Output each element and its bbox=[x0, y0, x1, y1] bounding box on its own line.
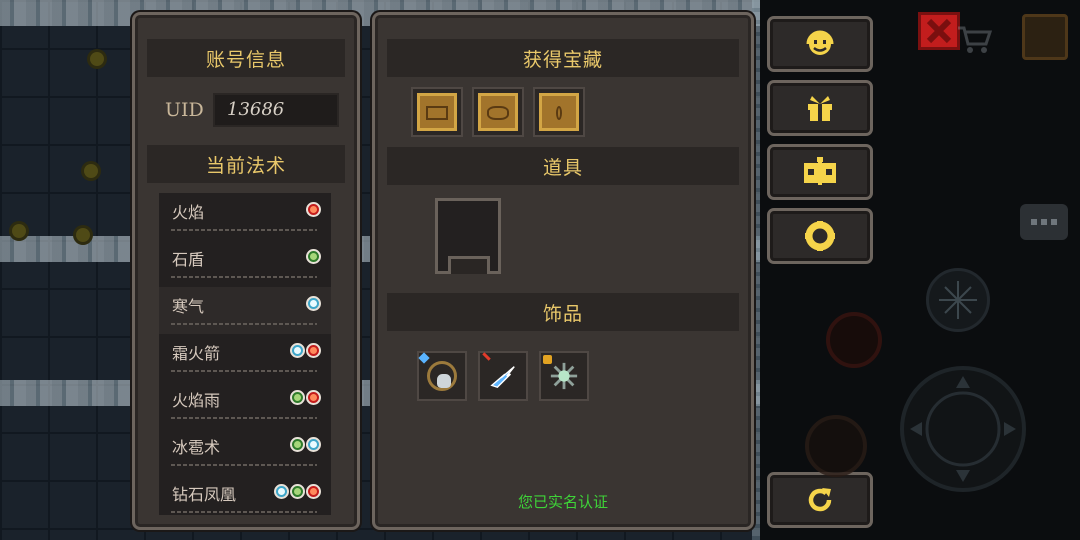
verified-status-text: 您已实名认证 bbox=[517, 493, 608, 511]
blue-rarity-icon bbox=[418, 352, 430, 364]
account-info-title: 账号信息 bbox=[147, 39, 345, 77]
refresh-icon bbox=[808, 488, 832, 512]
spell-name: 冰雹术 bbox=[172, 438, 221, 457]
shop-cart-icon[interactable] bbox=[956, 24, 992, 54]
accessory-slot[interactable] bbox=[417, 351, 467, 401]
accessory-slot[interactable] bbox=[539, 351, 589, 401]
items-title: 道具 bbox=[387, 147, 739, 185]
uid-value-field[interactable]: 13686 bbox=[213, 93, 339, 127]
settings-gear-icon bbox=[805, 221, 835, 251]
spell-elements bbox=[290, 437, 321, 452]
spell-elements bbox=[290, 343, 321, 358]
uid-label: UID bbox=[165, 99, 204, 121]
wall-rune bbox=[12, 224, 26, 238]
spell-item[interactable]: 寒气 bbox=[159, 287, 331, 334]
close-icon bbox=[926, 18, 952, 44]
inventory-panel: 获得宝藏 道具 饰品 您已实名认证 bbox=[372, 12, 754, 530]
treasure-title: 获得宝藏 bbox=[387, 39, 739, 77]
spell-item[interactable]: 冰雹术 bbox=[159, 428, 331, 475]
account-info-panel: 账号信息 UID 13686 当前法术 火焰 石盾 寒气 霜火箭 火焰雨 冰雹术… bbox=[132, 12, 360, 530]
gift-icon bbox=[808, 96, 832, 121]
ice-element-icon bbox=[306, 437, 321, 452]
refresh-button[interactable] bbox=[767, 472, 873, 528]
accessory-slot[interactable] bbox=[478, 351, 528, 401]
customer-service-button[interactable] bbox=[767, 16, 873, 72]
ice-element-icon bbox=[290, 343, 305, 358]
ice-element-icon bbox=[306, 296, 321, 311]
treasure-slot[interactable] bbox=[533, 87, 585, 137]
red-mark-icon bbox=[482, 352, 491, 361]
item-slot[interactable] bbox=[435, 198, 501, 274]
gift-button[interactable] bbox=[767, 80, 873, 136]
spell-elements bbox=[306, 202, 321, 217]
fire-skill-button[interactable] bbox=[826, 312, 882, 368]
earth-element-icon bbox=[290, 484, 305, 499]
spell-elements bbox=[290, 390, 321, 405]
fire-element-icon bbox=[306, 343, 321, 358]
smiley-headset-icon bbox=[806, 30, 834, 55]
treasure-chest-icon bbox=[478, 93, 518, 131]
current-spells-title: 当前法术 bbox=[147, 145, 345, 183]
spell-item[interactable]: 钻石凤凰 bbox=[159, 475, 331, 515]
spell-name: 火焰雨 bbox=[172, 391, 221, 410]
close-button[interactable] bbox=[918, 12, 960, 50]
skull-necklace-icon bbox=[427, 361, 457, 391]
spell-elements bbox=[306, 249, 321, 264]
spell-name: 寒气 bbox=[172, 297, 205, 316]
spell-item[interactable]: 霜火箭 bbox=[159, 334, 331, 381]
accessories-title: 饰品 bbox=[387, 293, 739, 331]
inventory-bag-icon[interactable] bbox=[1022, 14, 1068, 60]
skill-joystick[interactable] bbox=[926, 268, 990, 332]
dpad-icon bbox=[910, 376, 1016, 482]
movement-joystick[interactable] bbox=[900, 366, 1026, 492]
ice-element-icon bbox=[274, 484, 289, 499]
spiked-orb-icon bbox=[550, 362, 578, 390]
spell-divider bbox=[171, 229, 317, 231]
compass-star-icon bbox=[939, 281, 977, 319]
spell-elements bbox=[306, 296, 321, 311]
spell-item[interactable]: 火焰 bbox=[159, 193, 331, 240]
wall-rune bbox=[90, 52, 104, 66]
handbook-icon bbox=[804, 157, 836, 185]
spell-item[interactable]: 火焰雨 bbox=[159, 381, 331, 428]
fire-element-icon bbox=[306, 202, 321, 217]
earth-element-icon bbox=[290, 390, 305, 405]
spell-name: 火焰 bbox=[172, 203, 205, 222]
spell-list[interactable]: 火焰 石盾 寒气 霜火箭 火焰雨 冰雹术 钻石凤凰 bbox=[159, 193, 331, 515]
earth-element-icon bbox=[290, 437, 305, 452]
shield-rarity-icon bbox=[543, 355, 552, 364]
spell-divider bbox=[171, 323, 317, 325]
wall-rune bbox=[76, 228, 90, 242]
spell-elements bbox=[274, 484, 321, 499]
spell-divider bbox=[171, 511, 317, 513]
spell-divider bbox=[171, 370, 317, 372]
spell-name: 钻石凤凰 bbox=[172, 485, 237, 504]
spell-divider bbox=[171, 464, 317, 466]
spell-item[interactable]: 石盾 bbox=[159, 240, 331, 287]
attack-button[interactable] bbox=[805, 415, 867, 477]
spell-divider bbox=[171, 276, 317, 278]
fire-element-icon bbox=[306, 484, 321, 499]
fire-element-icon bbox=[306, 390, 321, 405]
spell-name: 霜火箭 bbox=[172, 344, 221, 363]
treasure-slot[interactable] bbox=[411, 87, 463, 137]
treasure-chest-icon bbox=[417, 93, 457, 131]
spell-divider bbox=[171, 417, 317, 419]
lightning-wing-icon bbox=[490, 366, 515, 389]
settings-button[interactable] bbox=[767, 208, 873, 264]
treasure-slot[interactable] bbox=[472, 87, 524, 137]
spell-name: 石盾 bbox=[172, 250, 205, 269]
treasure-chest-icon bbox=[539, 93, 579, 131]
wall-rune bbox=[84, 164, 98, 178]
handbook-button[interactable] bbox=[767, 144, 873, 200]
chat-button[interactable] bbox=[1020, 204, 1068, 240]
earth-element-icon bbox=[306, 249, 321, 264]
